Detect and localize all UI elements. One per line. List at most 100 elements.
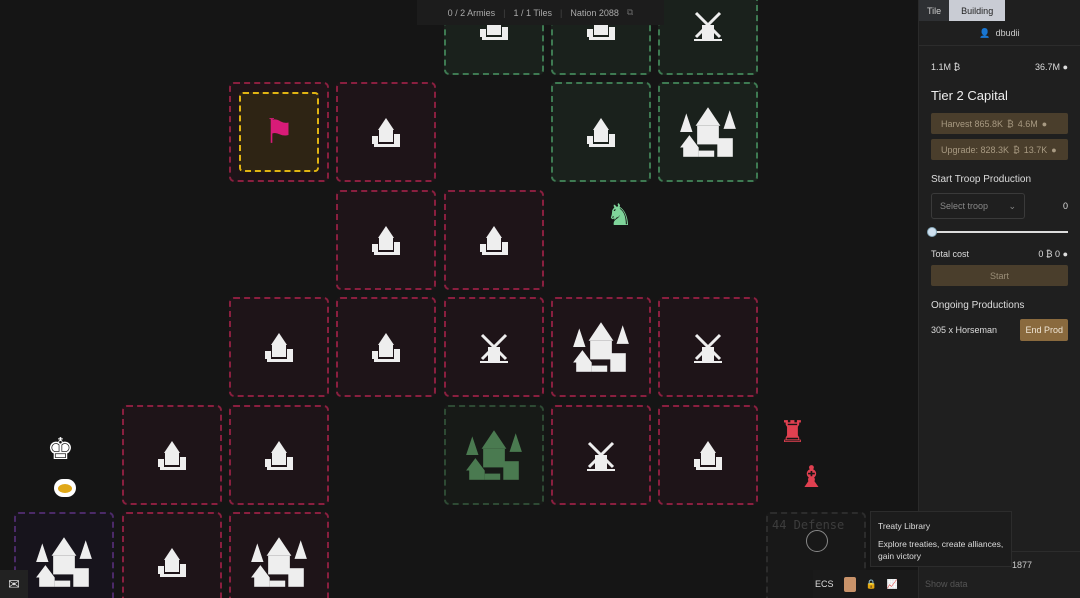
castle-icon [251,537,307,587]
coin-bubble-icon[interactable] [54,479,76,497]
map-tile[interactable] [551,82,651,182]
player-troop-icon[interactable]: ♚ [47,432,74,467]
production-item: 305 x Horseman [931,325,998,335]
harvest-label: Harvest 865.8K [941,118,1004,129]
village-icon [372,333,400,362]
troop-quantity-slider[interactable] [927,227,1068,237]
enemy-troop-icon[interactable]: ♜ [779,415,806,450]
username: dbudii [995,28,1020,38]
copy-icon[interactable]: ⧉ [627,7,633,18]
troop-select-placeholder: Select troop [940,201,989,211]
village-icon [587,118,615,147]
total-gold: 0 [1038,249,1044,259]
treaty-library-tooltip: Treaty Library Explore treaties, create … [870,511,1012,567]
show-data-link[interactable]: Show data [925,579,968,589]
village-icon [158,441,186,470]
map-tile[interactable]: ⚑ [229,82,329,182]
target-circle-icon [806,530,828,552]
food-amount: 36.7M [1035,62,1061,72]
armies-count: 0 / 2 Armies [447,7,496,18]
map-tile[interactable] [229,405,329,505]
food-icon: ● [1062,249,1068,259]
map-tile[interactable] [551,405,651,505]
map-tile[interactable] [14,512,114,598]
map-tile[interactable] [122,405,222,505]
food-icon: ● [1041,118,1048,129]
tab-tile[interactable]: Tile [919,0,950,21]
top-status-bar: 0 / 2 Armies | 1 / 1 Tiles | Nation 2088 ⧉ [417,0,664,25]
windmill-icon [694,333,722,363]
village-icon [158,548,186,577]
end-production-button[interactable]: End Prod [1020,319,1068,341]
defense-label: 44 Defense [772,518,845,532]
map-tile[interactable] [229,512,329,598]
upgrade-food: 13.7K [1023,144,1048,155]
enemy-troop-icon[interactable]: ♝ [798,460,825,495]
castle-icon [466,430,522,480]
windmill-icon [480,333,508,363]
gold-icon: ₿ [953,62,961,72]
tooltip-body: Explore treaties, create alliances, gain… [878,539,1004,561]
village-icon [265,333,293,362]
windmill-icon [587,441,615,471]
troop-select[interactable]: Select troop ⌄ [931,193,1025,219]
map-tile[interactable] [444,297,544,397]
ongoing-productions-heading: Ongoing Productions [931,300,1025,311]
map-tile[interactable] [658,0,758,75]
gold-icon: ₿ [1013,144,1020,155]
game-map[interactable]: ⚑ 44 Defense ♞ ♜ ♝ ♚ [0,0,918,598]
total-cost-label: Total cost [931,249,970,259]
castle-icon [36,537,92,587]
inbox-icon[interactable]: ✉ [0,570,28,598]
total-food: 0 [1055,249,1061,259]
nation-label: Nation 2088 [570,7,619,18]
tab-building[interactable]: Building [949,0,1006,21]
scroll-icon[interactable] [843,576,856,592]
troop-production-heading: Start Troop Production [931,174,1032,185]
village-icon [372,226,400,255]
building-title: Tier 2 Capital [931,88,1008,103]
map-tile[interactable] [551,297,651,397]
lock-icon[interactable]: 🔒 [866,579,877,590]
map-tile[interactable] [444,405,544,505]
upgrade-label: Upgrade: 828.3K [941,144,1010,155]
village-icon [372,118,400,147]
castle-icon [573,322,629,372]
food-icon: ● [1051,144,1057,155]
map-tile[interactable] [336,190,436,290]
chevron-down-icon: ⌄ [1008,200,1016,211]
gold-icon: ₿ [1045,249,1053,259]
map-tile[interactable] [658,82,758,182]
map-tile[interactable] [658,297,758,397]
map-tile[interactable] [336,82,436,182]
start-button[interactable]: Start [931,265,1068,286]
gold-icon: ₿ [1007,118,1014,129]
building-panel: Tile Building 👤 dbudii 1.1M ₿ 36.7M ● Tie… [918,0,1080,598]
map-tile[interactable] [229,297,329,397]
map-tile[interactable] [336,297,436,397]
castle-icon [680,107,736,157]
village-icon [265,441,293,470]
slider-handle[interactable] [927,227,937,237]
windmill-icon [694,11,722,41]
harvest-button[interactable]: Harvest 865.8K ₿ 4.6M ● [931,113,1068,134]
ally-troop-icon[interactable]: ♞ [606,198,633,233]
food-icon: ● [1062,62,1068,72]
harvest-food: 4.6M [1017,118,1038,129]
army-flag-icon: ⚑ [263,113,295,151]
bottom-toolbar: ECS 🔒 📈 [813,570,918,598]
chart-icon[interactable]: 📈 [887,579,898,590]
map-tile[interactable] [444,190,544,290]
gold-amount: 1.1M [931,62,952,72]
map-tile[interactable] [658,405,758,505]
ecs-button[interactable]: ECS [815,579,834,589]
tooltip-title: Treaty Library [878,521,931,531]
tiles-count: 1 / 1 Tiles [513,7,553,18]
upgrade-button[interactable]: Upgrade: 828.3K ₿ 13.7K ● [931,139,1068,160]
village-icon [694,441,722,470]
object-id: 1877 [1012,560,1033,570]
village-icon [480,226,508,255]
map-tile[interactable] [122,512,222,598]
troop-count: 0 [1062,201,1068,211]
user-icon: 👤 [979,27,991,38]
